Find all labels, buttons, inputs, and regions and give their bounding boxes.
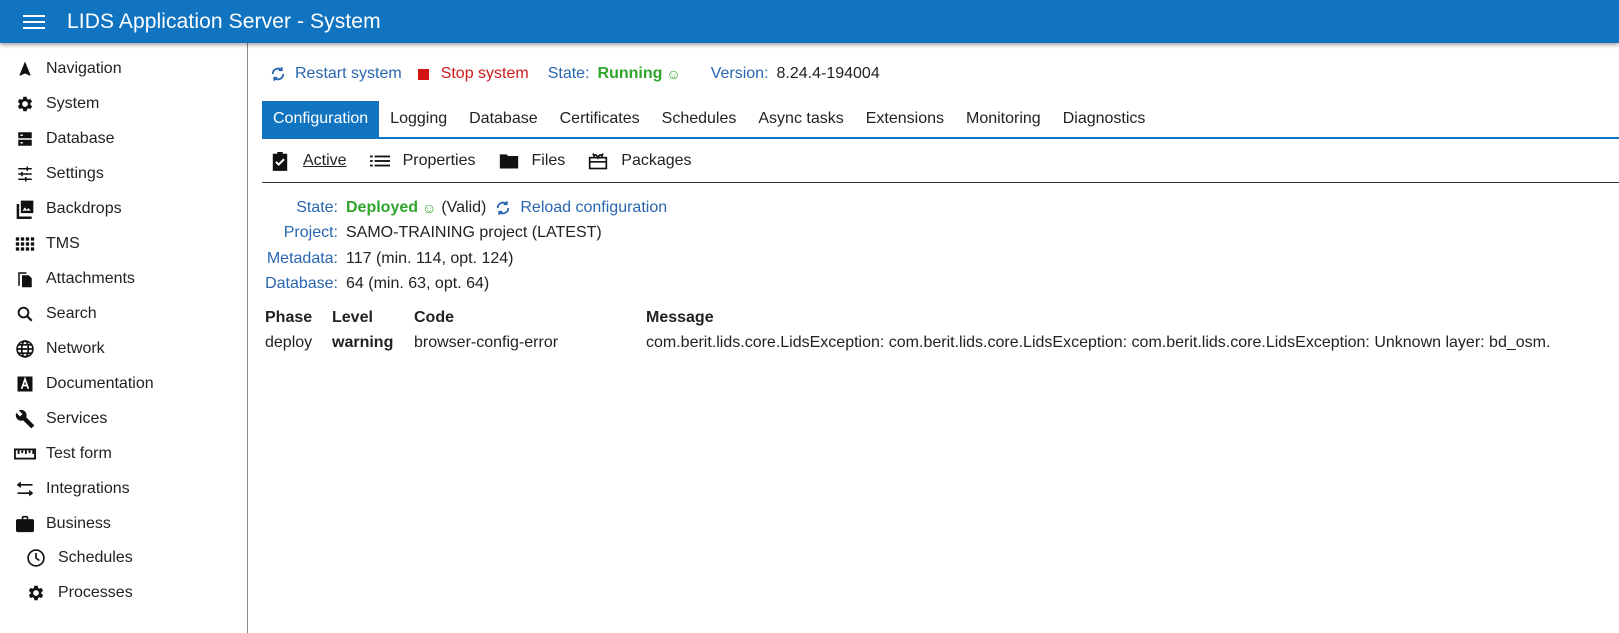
navigation-arrow-icon xyxy=(14,58,36,80)
sidebar-item-business[interactable]: Business xyxy=(0,509,247,539)
clock-icon xyxy=(25,547,47,569)
sidebar-item-test-form[interactable]: Test form xyxy=(0,439,247,469)
tab-async-tasks[interactable]: Async tasks xyxy=(747,101,854,137)
sidebar-item-documentation[interactable]: Documentation xyxy=(0,369,247,399)
table-header-row: Phase Level Code Message xyxy=(265,306,1568,330)
config-database-value: 64 (min. 63, opt. 64) xyxy=(346,275,490,293)
config-metadata-value: 117 (min. 114, opt. 124) xyxy=(346,249,514,267)
folder-icon xyxy=(499,151,519,171)
sidebar-item-schedules[interactable]: Schedules xyxy=(0,543,247,573)
config-project-row: Project: SAMO-TRAINING project (LATEST) xyxy=(283,224,602,242)
gear-icon xyxy=(14,93,36,115)
sidebar-item-network[interactable]: Network xyxy=(0,334,247,364)
column-header-code: Code xyxy=(414,309,454,326)
subtab-packages[interactable]: Packages xyxy=(588,151,692,171)
sidebar-item-settings[interactable]: Settings xyxy=(0,159,247,189)
reload-configuration-button[interactable]: Reload configuration xyxy=(494,199,667,217)
stop-system-button[interactable]: Stop system xyxy=(417,65,529,83)
column-header-message: Message xyxy=(646,309,714,326)
version-label: Version: xyxy=(710,65,769,82)
list-icon xyxy=(369,151,390,171)
image-stack-icon xyxy=(14,198,36,220)
subtab-active[interactable]: Active xyxy=(270,151,347,171)
config-validity: (Valid) xyxy=(441,198,487,216)
tab-configuration[interactable]: Configuration xyxy=(262,101,380,137)
system-state-label: State: xyxy=(547,65,590,82)
cell-level: warning xyxy=(332,334,394,351)
deploy-issues-table: Phase Level Code Message deploy warning … xyxy=(265,306,1568,356)
sidebar-item-navigation[interactable]: Navigation xyxy=(0,54,247,84)
app-title: LIDS Application Server - System xyxy=(67,9,381,33)
cell-code: browser-config-error xyxy=(414,334,559,351)
sidebar-item-search[interactable]: Search xyxy=(0,299,247,329)
sidebar-item-attachments[interactable]: Attachments xyxy=(0,264,247,294)
briefcase-icon xyxy=(14,513,36,535)
wrench-icon xyxy=(14,408,36,430)
refresh-icon xyxy=(494,199,512,217)
hamburger-menu-icon[interactable] xyxy=(21,12,47,32)
subtab-files[interactable]: Files xyxy=(499,151,565,171)
package-icon xyxy=(588,151,608,171)
table-row: deploy warning browser-config-error com.… xyxy=(265,330,1568,356)
tab-certificates[interactable]: Certificates xyxy=(549,101,651,137)
column-header-phase: Phase xyxy=(265,309,313,326)
refresh-icon xyxy=(269,65,287,83)
gear-icon xyxy=(25,582,47,604)
config-project-value: SAMO-TRAINING project (LATEST) xyxy=(346,224,602,242)
tab-diagnostics[interactable]: Diagnostics xyxy=(1052,101,1157,137)
config-database-row: Database: 64 (min. 63, opt. 64) xyxy=(265,275,490,293)
stop-square-icon xyxy=(417,68,429,80)
globe-icon xyxy=(14,338,36,360)
cell-phase: deploy xyxy=(265,334,313,351)
configuration-info: State: Deployed ☺ (Valid) Reload configu… xyxy=(262,195,667,297)
ruler-icon xyxy=(14,443,36,465)
search-icon xyxy=(14,303,36,325)
sidebar-item-services[interactable]: Services xyxy=(0,404,247,434)
tab-logging[interactable]: Logging xyxy=(379,101,458,137)
smile-icon: ☺ xyxy=(422,199,437,216)
sidebar: Navigation System Database Settings Back… xyxy=(0,43,248,633)
clipboard-check-icon xyxy=(270,151,290,171)
letter-a-icon xyxy=(14,373,36,395)
sidebar-item-processes[interactable]: Processes xyxy=(0,578,247,608)
tab-database[interactable]: Database xyxy=(458,101,549,137)
restart-system-button[interactable]: Restart system xyxy=(269,65,402,83)
cell-message: com.berit.lids.core.LidsException: com.b… xyxy=(646,334,1551,351)
grid-dots-icon xyxy=(14,233,36,255)
configuration-subtabs: Active Properties Files Packages xyxy=(262,139,1619,183)
sidebar-item-database[interactable]: Database xyxy=(0,124,247,154)
column-header-level: Level xyxy=(332,309,373,326)
config-state-value: Deployed xyxy=(346,198,419,216)
config-metadata-row: Metadata: 117 (min. 114, opt. 124) xyxy=(266,249,514,267)
config-state-row: State: Deployed ☺ (Valid) Reload configu… xyxy=(296,198,668,217)
subtab-properties[interactable]: Properties xyxy=(369,151,476,171)
swap-arrows-icon xyxy=(14,478,36,500)
system-state-value: Running xyxy=(597,65,663,82)
database-icon xyxy=(14,128,36,150)
version-value: 8.24.4-194004 xyxy=(776,65,880,82)
app-header: LIDS Application Server - System xyxy=(0,0,1619,43)
main-content: Restart system Stop system State: Runnin… xyxy=(249,43,1619,633)
tab-schedules[interactable]: Schedules xyxy=(651,101,748,137)
file-copy-icon xyxy=(14,268,36,290)
sidebar-item-system[interactable]: System xyxy=(0,89,247,119)
tune-sliders-icon xyxy=(14,163,36,185)
system-toolbar: Restart system Stop system State: Runnin… xyxy=(269,63,880,85)
sidebar-item-tms[interactable]: TMS xyxy=(0,229,247,259)
tab-extensions[interactable]: Extensions xyxy=(855,101,955,137)
sidebar-item-backdrops[interactable]: Backdrops xyxy=(0,194,247,224)
sidebar-item-integrations[interactable]: Integrations xyxy=(0,474,247,504)
main-tabs: Configuration Logging Database Certifica… xyxy=(262,101,1619,139)
smile-icon: ☺ xyxy=(666,66,681,82)
tab-monitoring[interactable]: Monitoring xyxy=(955,101,1052,137)
